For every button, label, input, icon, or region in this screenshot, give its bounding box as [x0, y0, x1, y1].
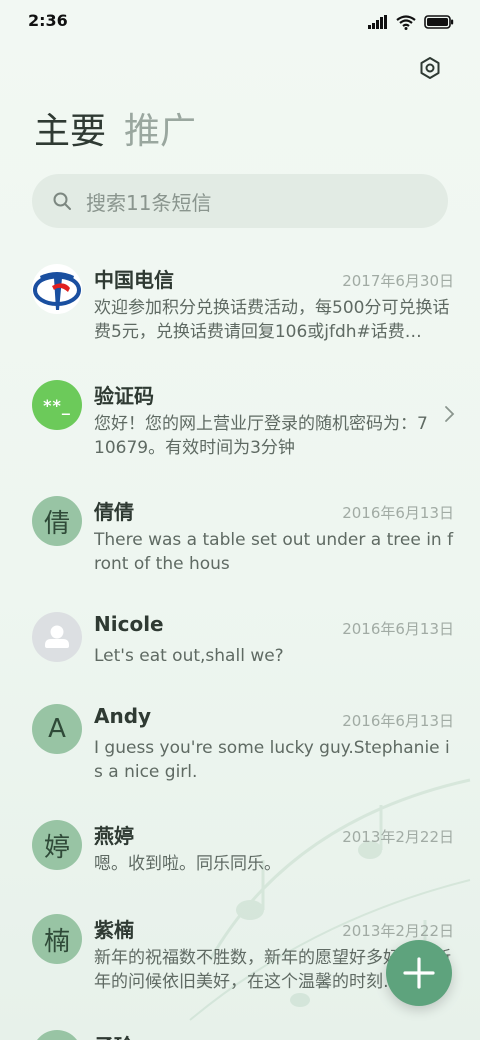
avatar: 倩	[32, 496, 82, 546]
avatar: A	[32, 704, 82, 754]
message-row[interactable]: 玲 子玲	[0, 1014, 480, 1040]
new-message-button[interactable]	[386, 940, 452, 1006]
message-snippet: 嗯。收到啦。同乐同乐。	[94, 854, 281, 874]
person-icon	[45, 625, 69, 648]
message-snippet: There was a table set out under a tree i…	[94, 530, 454, 574]
message-row[interactable]: 中国电信 2017年6月30日 欢迎参加积分兑换话费活动，每500分可兑换话费5…	[0, 248, 480, 358]
message-row[interactable]: A Andy 2016年6月13日 I guess you're some lu…	[0, 688, 480, 798]
settings-button[interactable]	[416, 54, 444, 82]
battery-icon	[424, 15, 454, 29]
message-date: 2013年2月22日	[342, 828, 454, 846]
avatar	[32, 612, 82, 662]
message-date: 2013年2月22日	[342, 922, 454, 940]
contact-name: 紫楠	[94, 918, 134, 942]
chevron-right-icon	[445, 406, 455, 422]
message-date: 2016年6月13日	[342, 620, 454, 638]
status-bar: 2:36	[0, 0, 480, 44]
tab-primary[interactable]: 主要	[34, 108, 106, 156]
avatar	[32, 264, 82, 314]
search-placeholder: 搜索11条短信	[86, 190, 212, 215]
contact-name: 倩倩	[94, 500, 134, 524]
message-date: 2016年6月13日	[342, 504, 454, 522]
contact-name: 中国电信	[94, 268, 174, 292]
message-snippet: 欢迎参加积分兑换话费活动，每500分可兑换话费5元，兑换话费请回复106或jfd…	[94, 298, 450, 342]
message-snippet: I guess you're some lucky guy.Stephanie …	[94, 738, 450, 782]
china-telecom-logo-icon	[33, 272, 81, 310]
message-snippet: 您好！您的网上营业厅登录的随机密码为：710679。有效时间为3分钟	[94, 414, 428, 458]
avatar: **_	[32, 380, 82, 430]
status-time: 2:36	[28, 11, 68, 30]
avatar: 玲	[32, 1030, 82, 1040]
wifi-icon	[396, 14, 416, 30]
tab-promotions[interactable]: 推广	[124, 108, 196, 156]
message-date: 2017年6月30日	[342, 272, 454, 290]
tab-bar: 主要 推广	[34, 108, 196, 156]
message-row[interactable]: **_ 验证码 您好！您的网上营业厅登录的随机密码为：710679。有效时间为3…	[0, 364, 480, 474]
status-icons	[368, 12, 454, 32]
avatar: 楠	[32, 914, 82, 964]
signal-icon	[368, 15, 387, 29]
contact-name: Andy	[94, 704, 152, 728]
message-snippet: Let's eat out,shall we?	[94, 646, 284, 666]
search-bar[interactable]: 搜索11条短信	[32, 174, 448, 228]
search-icon	[53, 192, 71, 210]
contact-name: Nicole	[94, 612, 164, 636]
message-date: 2016年6月13日	[342, 712, 454, 730]
contact-name: 燕婷	[94, 824, 134, 848]
contact-name: 子玲	[94, 1030, 134, 1040]
avatar: 婷	[32, 820, 82, 870]
contact-name: 验证码	[94, 384, 154, 408]
settings-icon	[420, 57, 440, 79]
message-row[interactable]: 倩 倩倩 2016年6月13日 There was a table set ou…	[0, 480, 480, 590]
plus-icon	[403, 957, 435, 989]
